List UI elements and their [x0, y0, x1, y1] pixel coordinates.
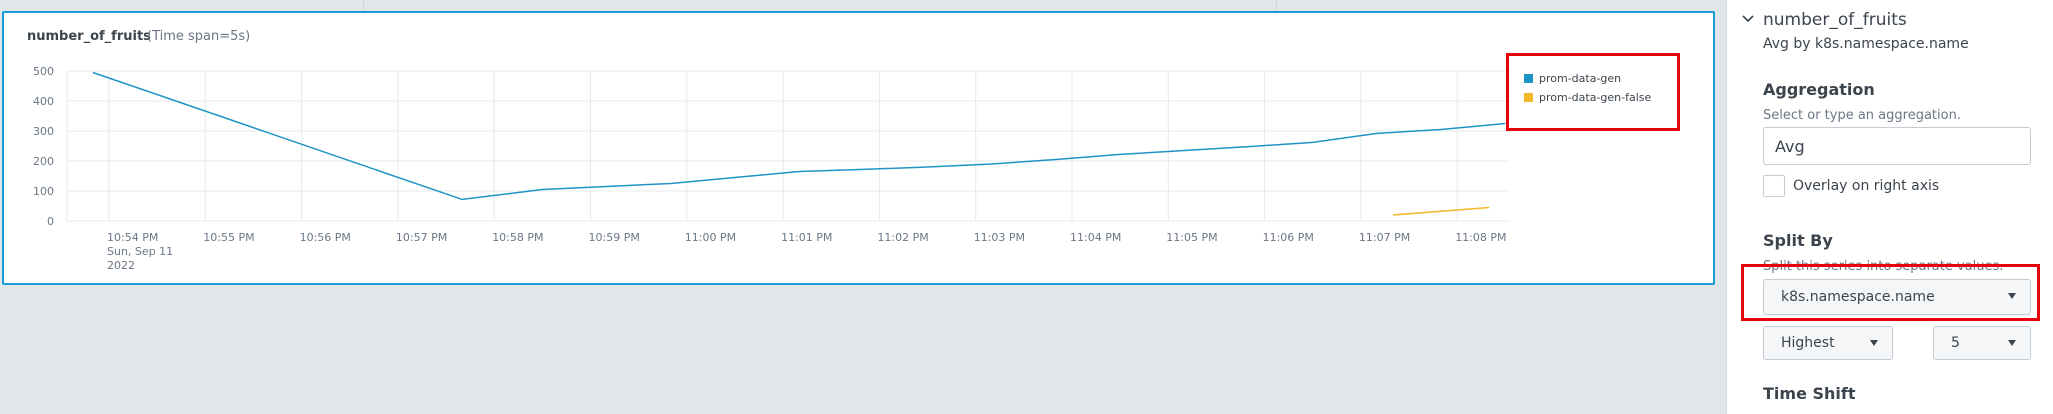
- y-tick-label: 500: [33, 65, 54, 78]
- x-tick-label: 11:02 PM: [877, 231, 928, 244]
- line-chart: 500 400 300 200 100 0 10:54 PM 10:55 PM 10:56 PM…: [33, 65, 1510, 272]
- x-tick-label: 11:04 PM: [1070, 231, 1121, 244]
- x-tick-label: 11:05 PM: [1166, 231, 1217, 244]
- x-tick-label: 10:55 PM: [203, 231, 254, 244]
- x-tick-label: 10:57 PM: [396, 231, 447, 244]
- x-tick-label: 10:58 PM: [492, 231, 543, 244]
- strip-divider: [1276, 0, 1277, 10]
- y-tick-label: 0: [47, 215, 54, 228]
- y-tick-label: 100: [33, 185, 54, 198]
- x-tick-label: 11:06 PM: [1263, 231, 1314, 244]
- strip-divider: [363, 0, 364, 10]
- chevron-down-icon[interactable]: [1741, 12, 1755, 26]
- overlay-right-axis-checkbox[interactable]: [1763, 175, 1785, 197]
- aggregation-input[interactable]: [1763, 127, 2031, 165]
- series-line: [1392, 206, 1490, 216]
- series-line: [92, 71, 1506, 201]
- x-tick-label: 10:56 PM: [300, 231, 351, 244]
- x-tick-label: 10:59 PM: [589, 231, 640, 244]
- aggregation-heading: Aggregation: [1763, 80, 1875, 99]
- x-tick-sublabel: 2022: [107, 259, 135, 272]
- x-tick-label: 11:07 PM: [1359, 231, 1410, 244]
- aggregation-help-text: Select or type an aggregation.: [1763, 108, 1961, 123]
- y-tick-label: 200: [33, 155, 54, 168]
- legend-highlight-box: [1506, 53, 1680, 131]
- chart-panel[interactable]: number_of_fruits (Time span=5s) 500 400 30…: [2, 11, 1715, 285]
- x-tick-label: 11:01 PM: [781, 231, 832, 244]
- split-by-highlight-box: [1741, 264, 2040, 321]
- x-tick-label: 11:08 PM: [1455, 231, 1506, 244]
- x-tick-sublabel: Sun, Sep 11: [107, 245, 173, 258]
- top-strip: [0, 0, 1725, 10]
- metric-name: number_of_fruits: [1763, 10, 1907, 30]
- caret-down-icon: [1870, 340, 1878, 346]
- y-tick-label: 400: [33, 95, 54, 108]
- time-shift-heading: Time Shift: [1763, 384, 1856, 403]
- limit-type-value: Highest: [1781, 335, 1835, 351]
- x-tick-label: 11:03 PM: [974, 231, 1025, 244]
- limit-count-value: 5: [1951, 335, 1960, 351]
- x-tick-label: 10:54 PM: [107, 231, 158, 244]
- metric-subtitle: Avg by k8s.namespace.name: [1763, 36, 1969, 52]
- overlay-right-axis-label: Overlay on right axis: [1793, 178, 1940, 194]
- split-by-heading: Split By: [1763, 231, 1833, 250]
- limit-type-select[interactable]: Highest: [1763, 326, 1893, 360]
- metric-editor-panel: number_of_fruits Avg by k8s.namespace.na…: [1726, 0, 2053, 414]
- y-tick-label: 300: [33, 125, 54, 138]
- x-tick-label: 11:00 PM: [685, 231, 736, 244]
- caret-down-icon: [2008, 340, 2016, 346]
- limit-count-select[interactable]: 5: [1933, 326, 2031, 360]
